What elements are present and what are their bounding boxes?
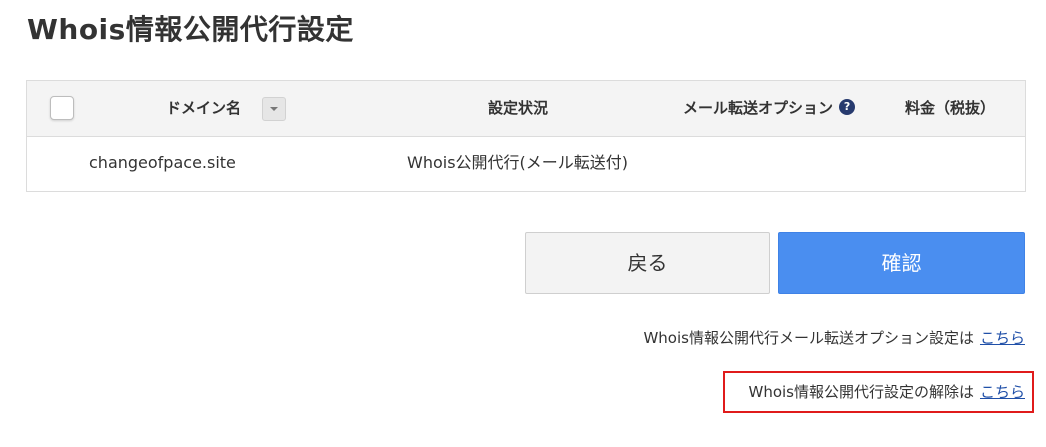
header-mail-option-label: メール転送オプション [683, 99, 834, 117]
mail-option-link[interactable]: こちら [980, 329, 1025, 347]
cancel-link-line: Whois情報公開代行設定の解除は こちら [748, 381, 1025, 402]
mail-option-link-line: Whois情報公開代行メール転送オプション設定は こちら [643, 327, 1025, 348]
table-header: ドメイン名 設定状況 メール転送オプション? 料金（税抜） [27, 81, 1025, 137]
sort-dropdown-button[interactable] [262, 97, 286, 121]
domain-table: ドメイン名 設定状況 メール転送オプション? 料金（税抜） changeofpa… [26, 80, 1026, 192]
chevron-down-icon [270, 107, 278, 111]
help-icon[interactable]: ? [839, 98, 856, 115]
confirm-button[interactable]: 確認 [778, 232, 1025, 294]
mail-option-text: Whois情報公開代行メール転送オプション設定は [643, 329, 974, 347]
header-mail-option: メール転送オプション? [683, 81, 856, 136]
header-price: 料金（税抜） [905, 99, 996, 117]
back-button[interactable]: 戻る [525, 232, 770, 294]
header-status: 設定状況 [488, 99, 549, 117]
row-status: Whois公開代行(メール転送付) [407, 153, 629, 172]
cancel-text: Whois情報公開代行設定の解除は [748, 383, 974, 401]
cancel-link[interactable]: こちら [980, 383, 1025, 401]
row-domain: changeofpace.site [89, 153, 236, 172]
select-all-checkbox[interactable] [50, 96, 74, 120]
page-title: Whois情報公開代行設定 [27, 13, 354, 46]
header-domain: ドメイン名 [166, 99, 242, 117]
